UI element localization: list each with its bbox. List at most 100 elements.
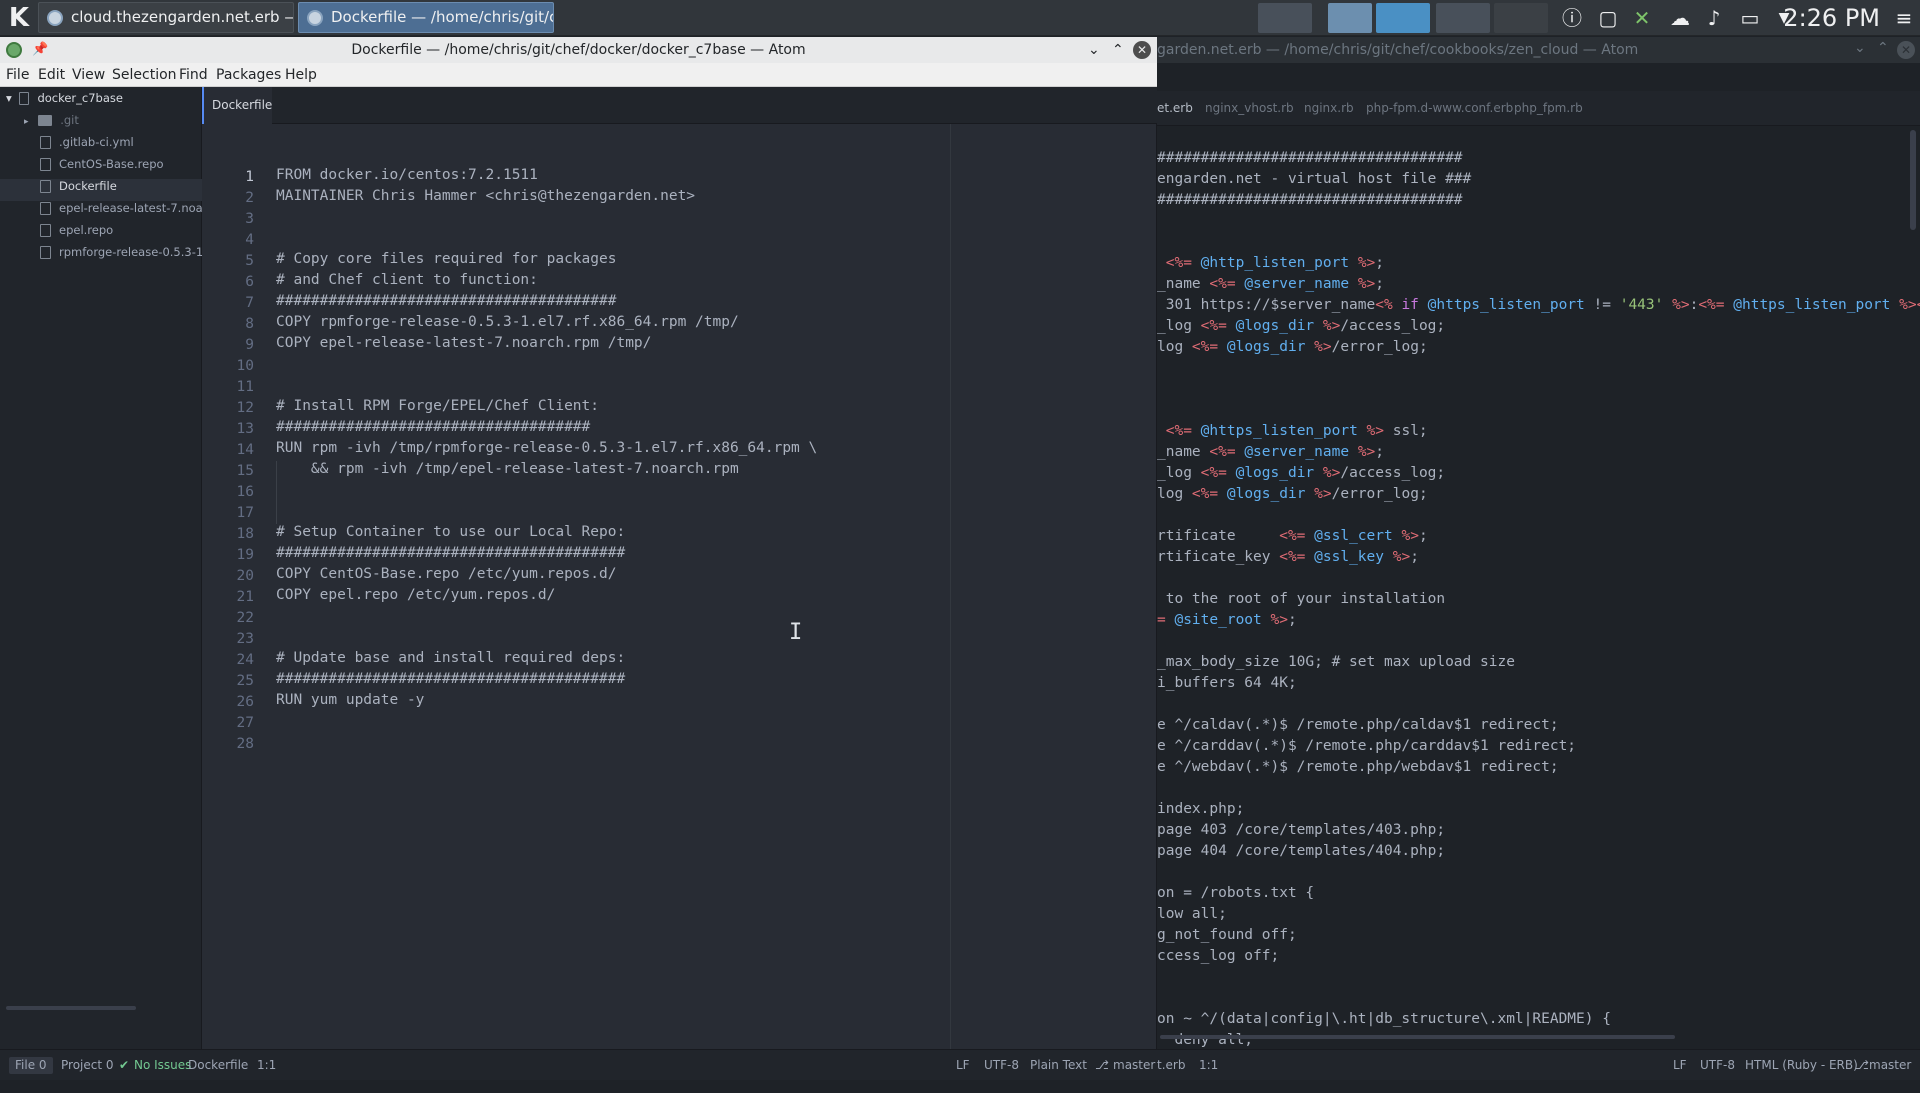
- line-number[interactable]: 18: [214, 524, 254, 545]
- line-number[interactable]: 8: [214, 314, 254, 335]
- line-number[interactable]: 19: [214, 545, 254, 566]
- pager-desktop-4[interactable]: [1436, 3, 1490, 33]
- notification-icon[interactable]: ▢: [1596, 6, 1620, 30]
- line-number[interactable]: 16: [214, 482, 254, 503]
- close-icon[interactable]: ✕: [1897, 41, 1915, 59]
- line-number[interactable]: 12: [214, 398, 254, 419]
- tab-erb[interactable]: et.erb: [1157, 91, 1197, 126]
- code-line: ########################################: [276, 545, 626, 561]
- line-ending[interactable]: LF: [956, 1050, 970, 1081]
- tree-item-centos-base-repo[interactable]: CentOS-Base.repo: [0, 157, 202, 179]
- maximize-icon[interactable]: ⌃: [1877, 40, 1889, 56]
- chevron-down-icon: ▾: [6, 91, 12, 105]
- menu-bar: File Edit View Selection Find Packages H…: [0, 63, 1157, 87]
- tree-root[interactable]: ▾ docker_c7base: [0, 91, 202, 113]
- tab-nginx-vhost[interactable]: nginx_vhost.rb: [1205, 91, 1294, 126]
- pager-desktop-1[interactable]: [1258, 3, 1312, 33]
- line-number[interactable]: 25: [214, 671, 254, 692]
- line-number[interactable]: 4: [214, 230, 254, 251]
- minimize-icon[interactable]: ⌄: [1088, 37, 1100, 63]
- branch-icon: ⎇: [1095, 1058, 1109, 1072]
- line-number[interactable]: 26: [214, 692, 254, 713]
- line-number[interactable]: 24: [214, 650, 254, 671]
- taskbar-task-dockerfile[interactable]: Dockerfile — /home/chris/git/chef/docker…: [298, 2, 554, 33]
- tools-icon[interactable]: ✕: [1630, 6, 1654, 30]
- alert-icon[interactable]: ⓘ: [1560, 6, 1584, 30]
- background-scrollbar[interactable]: [1910, 130, 1916, 230]
- grammar-selector[interactable]: Plain Text: [1030, 1050, 1087, 1081]
- taskbar-task-zen-cloud[interactable]: cloud.thezengarden.net.erb — /home/chris…: [38, 2, 294, 33]
- menu-selection[interactable]: Selection: [108, 63, 181, 87]
- code-line: MAINTAINER Chris Hammer <chris@thezengar…: [276, 188, 696, 204]
- window-titlebar[interactable]: 📌 Dockerfile — /home/chris/git/chef/dock…: [0, 37, 1157, 63]
- background-status-bar: t.erb 1:1 LF UTF-8 HTML (Ruby - ERB) ⎇ m…: [1157, 1049, 1920, 1080]
- menu-edit[interactable]: Edit: [34, 63, 69, 87]
- line-number[interactable]: 10: [214, 356, 254, 377]
- tree-view: ▾ docker_c7base ▸ .git .gitlab-ci.yml Ce…: [0, 87, 202, 1054]
- cursor-position[interactable]: 1:1: [257, 1050, 276, 1081]
- editor-text-area[interactable]: FROM docker.io/centos:7.2.1511 MAINTAINER…: [276, 124, 1157, 1054]
- line-number[interactable]: 7: [214, 293, 254, 314]
- tree-scrollbar[interactable]: [6, 1006, 136, 1010]
- file-count-badge[interactable]: File 0: [9, 1057, 53, 1074]
- line-number[interactable]: 22: [214, 608, 254, 629]
- folder-icon: [38, 115, 53, 126]
- clock[interactable]: 2:26 PM: [1783, 3, 1880, 33]
- line-number[interactable]: 21: [214, 587, 254, 608]
- pager-desktop-2[interactable]: [1328, 3, 1372, 33]
- line-number[interactable]: 3: [214, 209, 254, 230]
- line-number[interactable]: 23: [214, 629, 254, 650]
- pager-desktop-5[interactable]: [1494, 3, 1548, 33]
- background-code-view: ################################### engar…: [1157, 150, 1920, 1048]
- line-number[interactable]: 17: [214, 503, 254, 524]
- tree-item-dockerfile[interactable]: Dockerfile: [0, 179, 202, 201]
- line-number[interactable]: 9: [214, 335, 254, 356]
- background-horizontal-scrollbar[interactable]: [1160, 1035, 1675, 1039]
- menu-find[interactable]: Find: [175, 63, 212, 87]
- network-icon[interactable]: ▭: [1738, 6, 1762, 30]
- line-number[interactable]: 6: [214, 272, 254, 293]
- tree-item-epel-release-rpm[interactable]: epel-release-latest-7.noarch.rpm: [0, 201, 202, 223]
- line-number[interactable]: 11: [214, 377, 254, 398]
- pager-desktop-3[interactable]: [1376, 3, 1430, 33]
- line-number[interactable]: 20: [214, 566, 254, 587]
- file-encoding[interactable]: UTF-8: [984, 1050, 1019, 1081]
- pin-icon[interactable]: 📌: [32, 37, 48, 63]
- close-icon[interactable]: ✕: [1133, 41, 1151, 59]
- cloud-icon[interactable]: ☁: [1668, 6, 1692, 30]
- tab-dockerfile[interactable]: Dockerfile: [202, 87, 272, 124]
- tab-php-fpm-conf[interactable]: php-fpm.d-www.conf.erb: [1366, 91, 1513, 126]
- line-number[interactable]: 13: [214, 419, 254, 440]
- menu-file[interactable]: File: [2, 63, 33, 87]
- file-icon: [40, 246, 51, 259]
- line-number[interactable]: 28: [214, 734, 254, 755]
- tab-php-fpm[interactable]: php_fpm.rb: [1514, 91, 1583, 126]
- kde-menu-icon[interactable]: K: [4, 3, 34, 33]
- menu-view[interactable]: View: [68, 63, 109, 87]
- minimize-icon[interactable]: ⌄: [1854, 40, 1866, 56]
- tab-nginx[interactable]: nginx.rb: [1304, 91, 1354, 126]
- line-number[interactable]: 15: [214, 461, 254, 482]
- hamburger-menu-icon[interactable]: ≡: [1892, 6, 1916, 30]
- background-atom-window[interactable]: garden.net.erb — /home/chris/git/chef/co…: [1157, 37, 1920, 1080]
- tree-item-git[interactable]: ▸ .git: [0, 113, 202, 135]
- branch-icon: ⎇: [1855, 1058, 1869, 1072]
- tree-item-epel-repo[interactable]: epel.repo: [0, 223, 202, 245]
- maximize-icon[interactable]: ⌃: [1112, 37, 1124, 63]
- tree-item-gitlab-ci[interactable]: .gitlab-ci.yml: [0, 135, 202, 157]
- tree-item-rpmforge-rpm[interactable]: rpmforge-release-0.5.3-1.el7.rf.x86_64.r…: [0, 245, 202, 267]
- git-branch[interactable]: master: [1113, 1050, 1155, 1081]
- menu-help[interactable]: Help: [281, 63, 321, 87]
- menu-packages[interactable]: Packages: [212, 63, 285, 87]
- line-number[interactable]: 1: [214, 167, 254, 188]
- volume-icon[interactable]: ♪: [1702, 6, 1726, 30]
- atom-app-icon[interactable]: [6, 42, 22, 58]
- line-number[interactable]: 5: [214, 251, 254, 272]
- line-number[interactable]: 27: [214, 713, 254, 734]
- line-number[interactable]: 14: [214, 440, 254, 461]
- project-count-badge[interactable]: Project 0: [55, 1057, 120, 1074]
- atom-icon: [47, 10, 63, 26]
- linter-status[interactable]: No Issues: [134, 1050, 191, 1081]
- status-filename[interactable]: Dockerfile: [188, 1050, 248, 1081]
- line-number[interactable]: 2: [214, 188, 254, 209]
